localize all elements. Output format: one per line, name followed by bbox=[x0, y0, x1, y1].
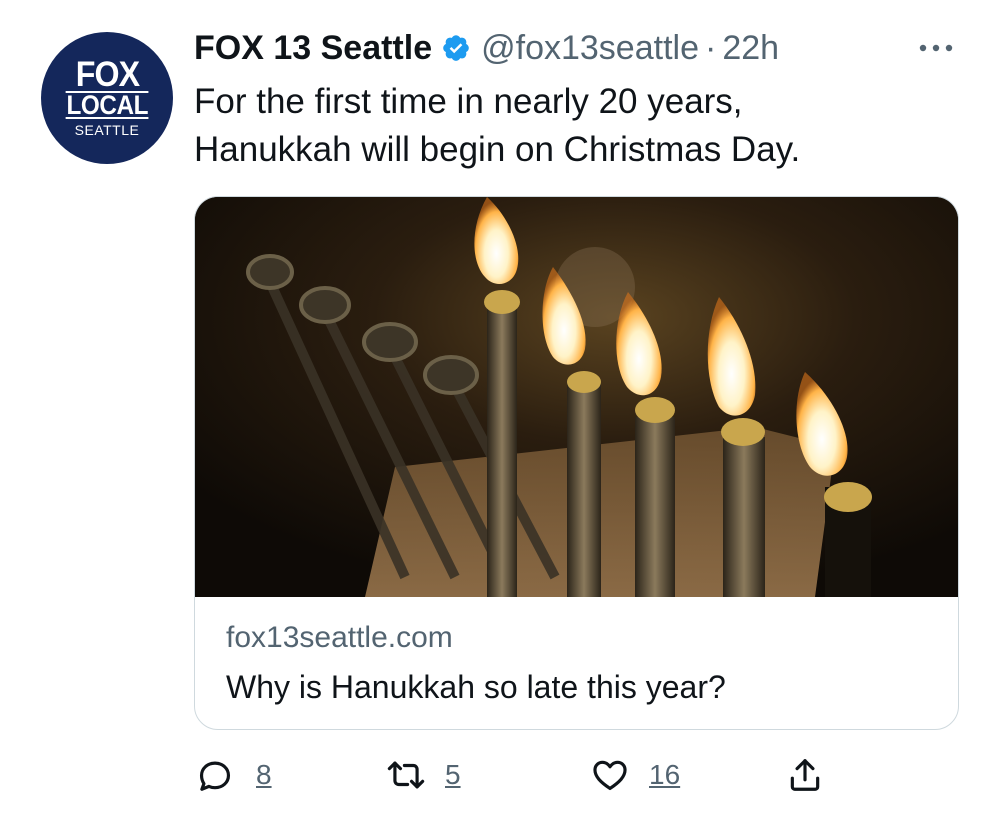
retweet-icon bbox=[387, 761, 425, 789]
display-name[interactable]: FOX 13 Seattle bbox=[194, 29, 432, 68]
avatar-logo-seattle: SEATTLE bbox=[74, 121, 140, 138]
like-icon bbox=[593, 760, 627, 791]
reply-count[interactable]: 8 bbox=[256, 759, 272, 791]
card-image[interactable] bbox=[195, 197, 958, 597]
tweet-text: For the first time in nearly 20 years, H… bbox=[194, 78, 954, 174]
reply-icon bbox=[199, 761, 231, 791]
avatar-logo-local: LOCAL bbox=[65, 89, 149, 120]
handle[interactable]: @fox13seattle bbox=[481, 29, 699, 68]
share-button[interactable] bbox=[786, 750, 824, 800]
verified-badge-icon bbox=[441, 33, 471, 63]
like-button[interactable]: 16 bbox=[591, 750, 680, 800]
tweet-text-line: Hanukkah will begin on Christmas Day. bbox=[194, 130, 801, 169]
retweet-count[interactable]: 5 bbox=[445, 759, 461, 791]
tweet[interactable]: FOX LOCAL SEATTLE FOX 13 Seattle @fox13s… bbox=[0, 0, 1000, 821]
retweet-button[interactable]: 5 bbox=[387, 750, 461, 800]
avatar-logo-fox: FOX bbox=[75, 54, 139, 94]
card-title[interactable]: Why is Hanukkah so late this year? bbox=[226, 669, 726, 706]
menorah-photo-icon bbox=[195, 197, 958, 597]
like-count[interactable]: 16 bbox=[649, 759, 680, 791]
timestamp[interactable]: 22h bbox=[722, 29, 779, 68]
share-icon bbox=[790, 759, 820, 791]
reply-button[interactable]: 8 bbox=[196, 750, 272, 800]
link-card[interactable]: fox13seattle.com Why is Hanukkah so late… bbox=[194, 196, 959, 730]
card-domain: fox13seattle.com bbox=[226, 621, 453, 654]
avatar[interactable]: FOX LOCAL SEATTLE bbox=[41, 32, 173, 164]
tweet-text-line: For the first time in nearly 20 years, bbox=[194, 82, 743, 121]
more-options-icon[interactable] bbox=[916, 36, 956, 60]
separator-dot: · bbox=[704, 28, 717, 67]
tweet-actions: 8 5 16 bbox=[194, 750, 894, 800]
tweet-header: FOX 13 Seattle @fox13seattle · 22h bbox=[194, 28, 779, 68]
